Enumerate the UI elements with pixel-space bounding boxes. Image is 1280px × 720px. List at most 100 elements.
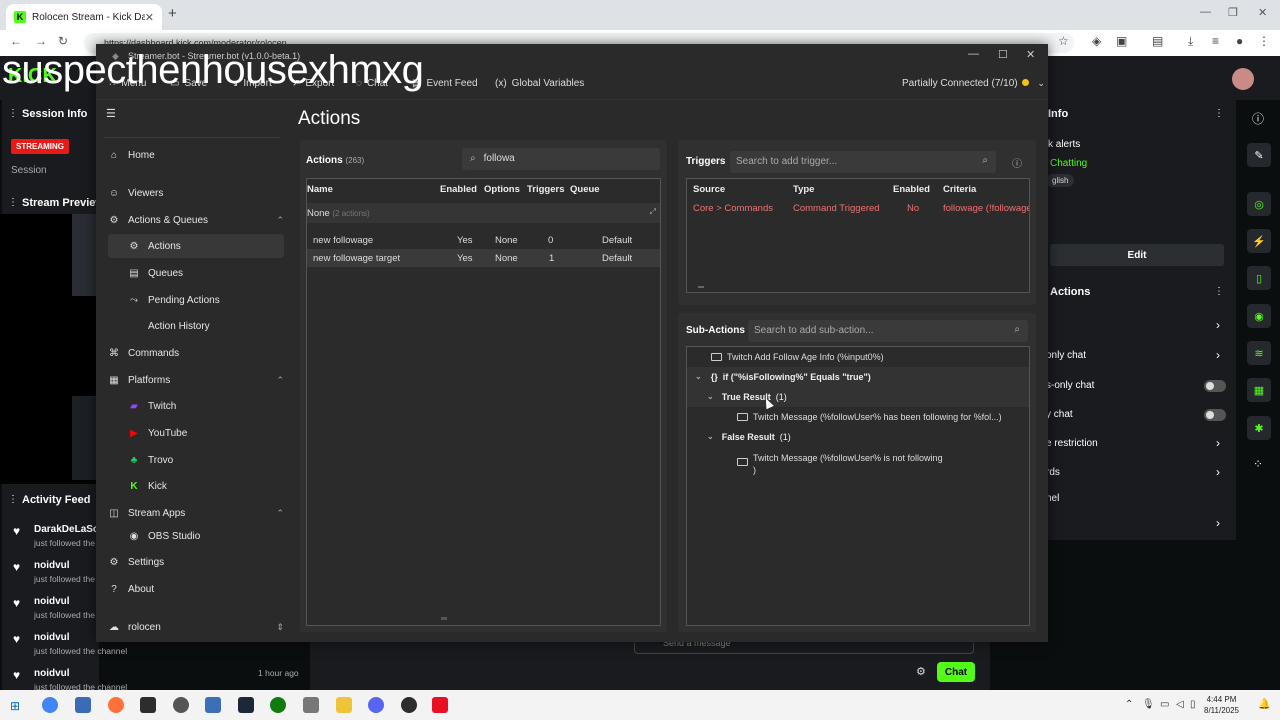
streamerbot-icon[interactable] xyxy=(205,697,221,713)
chat-bubble-icon[interactable]: ◉ xyxy=(1247,304,1271,328)
column-header[interactable]: Enabled xyxy=(893,184,930,195)
subaction-item[interactable]: Twitch Message (%followUser% has been fo… xyxy=(737,412,1002,422)
chevron-down-icon[interactable]: ⌄ xyxy=(707,432,714,441)
trigger-enabled[interactable]: No xyxy=(907,203,919,214)
subaction-item[interactable]: Twitch Add Follow Age Info (%input0%) xyxy=(711,352,884,362)
activity-user[interactable]: noidvul xyxy=(34,596,70,607)
subaction-false-branch[interactable]: ⌄ False Result (1) xyxy=(707,432,791,442)
chat-send-button[interactable]: Chat xyxy=(937,662,975,682)
nav-queues[interactable]: ▤ Queues xyxy=(108,261,284,285)
new-tab-icon[interactable]: + xyxy=(168,5,177,22)
nav-about[interactable]: ? About xyxy=(108,577,284,601)
profile-switcher[interactable]: ☁ rolocen ⇕ xyxy=(108,615,284,639)
collapse-icon[interactable]: ⤢ xyxy=(650,207,656,217)
category-label[interactable]: Chatting xyxy=(1050,158,1087,169)
hamburger-icon[interactable]: ☰ xyxy=(106,107,116,120)
lightning-icon[interactable]: ⚡ xyxy=(1247,229,1271,253)
extension-icon[interactable]: ◈ xyxy=(1092,34,1101,48)
chevron-down-icon[interactable]: ⌄ xyxy=(695,372,702,381)
restore-icon[interactable]: ❐ xyxy=(1228,6,1238,19)
broadcast-icon[interactable]: ≋ xyxy=(1247,341,1271,365)
layout-icon[interactable]: ▦ xyxy=(1247,378,1271,402)
xbox-icon[interactable] xyxy=(270,697,286,713)
action-row-label[interactable]: only chat xyxy=(1046,350,1086,361)
activity-user[interactable]: noidvul xyxy=(34,632,70,643)
action-row-label[interactable]: e restriction xyxy=(1046,438,1098,449)
mic-icon[interactable]: 🎙 xyxy=(1142,699,1155,710)
chevron-right-icon[interactable]: › xyxy=(1216,436,1220,450)
obs-icon[interactable] xyxy=(173,697,189,713)
nav-viewers[interactable]: ☺ Viewers xyxy=(108,181,284,205)
nav-actions[interactable]: ⚙ Actions xyxy=(108,234,284,258)
column-header[interactable]: Type xyxy=(793,184,814,195)
nav-settings[interactable]: ⚙ Settings xyxy=(108,550,284,574)
app-icon[interactable] xyxy=(303,697,319,713)
nav-kick[interactable]: K Kick xyxy=(108,474,284,498)
trigger-source[interactable]: Core > Commands xyxy=(693,203,773,214)
info-icon[interactable]: ⓘ xyxy=(1012,155,1022,170)
nav-home[interactable]: ⌂ Home xyxy=(108,143,284,167)
discord-icon[interactable] xyxy=(368,697,384,713)
nav-stream-apps[interactable]: ◫ Stream Apps ⌃ xyxy=(108,501,284,525)
puzzle-icon[interactable]: ▣ xyxy=(1116,34,1127,48)
activity-user[interactable]: noidvul xyxy=(34,668,70,679)
column-header[interactable]: Options xyxy=(484,184,520,195)
toggle-switch[interactable] xyxy=(1204,409,1226,421)
media-app-icon[interactable] xyxy=(432,697,448,713)
nav-actions-queues[interactable]: ⚙ Actions & Queues ⌃ xyxy=(108,208,284,232)
app-icon[interactable] xyxy=(140,697,156,713)
trigger-type[interactable]: Command Triggered xyxy=(793,203,880,214)
connection-status[interactable]: Partially Connected (7/10) ⌄ xyxy=(902,78,1045,89)
profile-icon[interactable]: ● xyxy=(1236,34,1243,48)
app-icon[interactable] xyxy=(401,697,417,713)
nav-platforms[interactable]: ▦ Platforms ⌃ xyxy=(108,368,284,392)
forward-icon[interactable]: → xyxy=(35,34,47,48)
toggle-switch[interactable] xyxy=(1204,380,1226,392)
dots-icon[interactable]: ⁘ xyxy=(1253,457,1263,471)
kebab-icon[interactable]: ⋮ xyxy=(1214,108,1224,119)
minimize-icon[interactable]: — xyxy=(1200,6,1211,18)
kebab-menu-icon[interactable]: ⋮ xyxy=(1258,34,1270,48)
chevron-down-icon[interactable]: ⌄ xyxy=(707,392,714,401)
wrench-icon[interactable]: ✱ xyxy=(1247,416,1271,440)
nav-obs-studio[interactable]: ◉ OBS Studio xyxy=(108,528,284,544)
avatar[interactable] xyxy=(1232,68,1254,90)
close-icon[interactable]: ✕ xyxy=(145,11,154,24)
scroll-indicator[interactable] xyxy=(441,617,447,620)
subaction-true-branch[interactable]: ⌄ True Result (1) xyxy=(707,392,787,402)
browser-tab[interactable]: K Rolocen Stream - Kick Dashbo ✕ xyxy=(6,4,162,30)
action-row-label[interactable]: nel xyxy=(1046,493,1059,504)
chevron-right-icon[interactable]: › xyxy=(1216,348,1220,362)
volume-icon[interactable]: ◁ xyxy=(1176,699,1184,710)
chrome-icon[interactable] xyxy=(42,697,58,713)
bookmark-star-icon[interactable]: ☆ xyxy=(1058,34,1069,48)
minimize-icon[interactable]: — xyxy=(968,48,979,60)
column-header[interactable]: Criteria xyxy=(943,184,976,195)
subaction-item[interactable]: Twitch Message (%followUser% is not foll… xyxy=(737,452,943,476)
windows-start-icon[interactable]: ⊞ xyxy=(10,699,20,713)
scroll-indicator[interactable] xyxy=(698,286,704,288)
grip-icon[interactable]: ⋮ xyxy=(8,494,18,505)
trigger-search-input[interactable]: Search to add trigger... ⌕ xyxy=(730,151,996,173)
back-icon[interactable]: ← xyxy=(10,34,22,48)
activity-user[interactable]: DarakDeLaSo xyxy=(34,524,99,535)
tray-chevron-icon[interactable]: ⌃ xyxy=(1125,699,1133,710)
battery-icon[interactable]: ▯ xyxy=(1190,699,1196,710)
action-row-label[interactable]: s-only chat xyxy=(1046,380,1094,391)
close-window-icon[interactable]: ✕ xyxy=(1258,6,1267,19)
pencil-icon[interactable]: ✎ xyxy=(1247,143,1271,167)
grip-icon[interactable]: ⋮ xyxy=(8,197,18,208)
column-header[interactable]: Name xyxy=(307,184,333,195)
app-icon[interactable] xyxy=(75,697,91,713)
info-icon[interactable]: ⓘ xyxy=(1252,110,1264,127)
table-row[interactable]: new followage Yes None 0 Default xyxy=(307,231,660,249)
action-row-label[interactable]: y chat xyxy=(1046,409,1073,420)
action-row-label[interactable]: rds xyxy=(1046,467,1060,478)
global-variables-button[interactable]: (x) Global Variables xyxy=(495,78,584,89)
firefox-icon[interactable] xyxy=(108,697,124,713)
document-icon[interactable]: ▯ xyxy=(1247,266,1271,290)
subaction-if[interactable]: ⌄ {} if ("%isFollowing%" Equals "true") xyxy=(695,372,871,382)
reload-icon[interactable]: ↻ xyxy=(58,34,68,48)
column-header[interactable]: Source xyxy=(693,184,725,195)
chevron-right-icon[interactable]: › xyxy=(1216,516,1220,530)
